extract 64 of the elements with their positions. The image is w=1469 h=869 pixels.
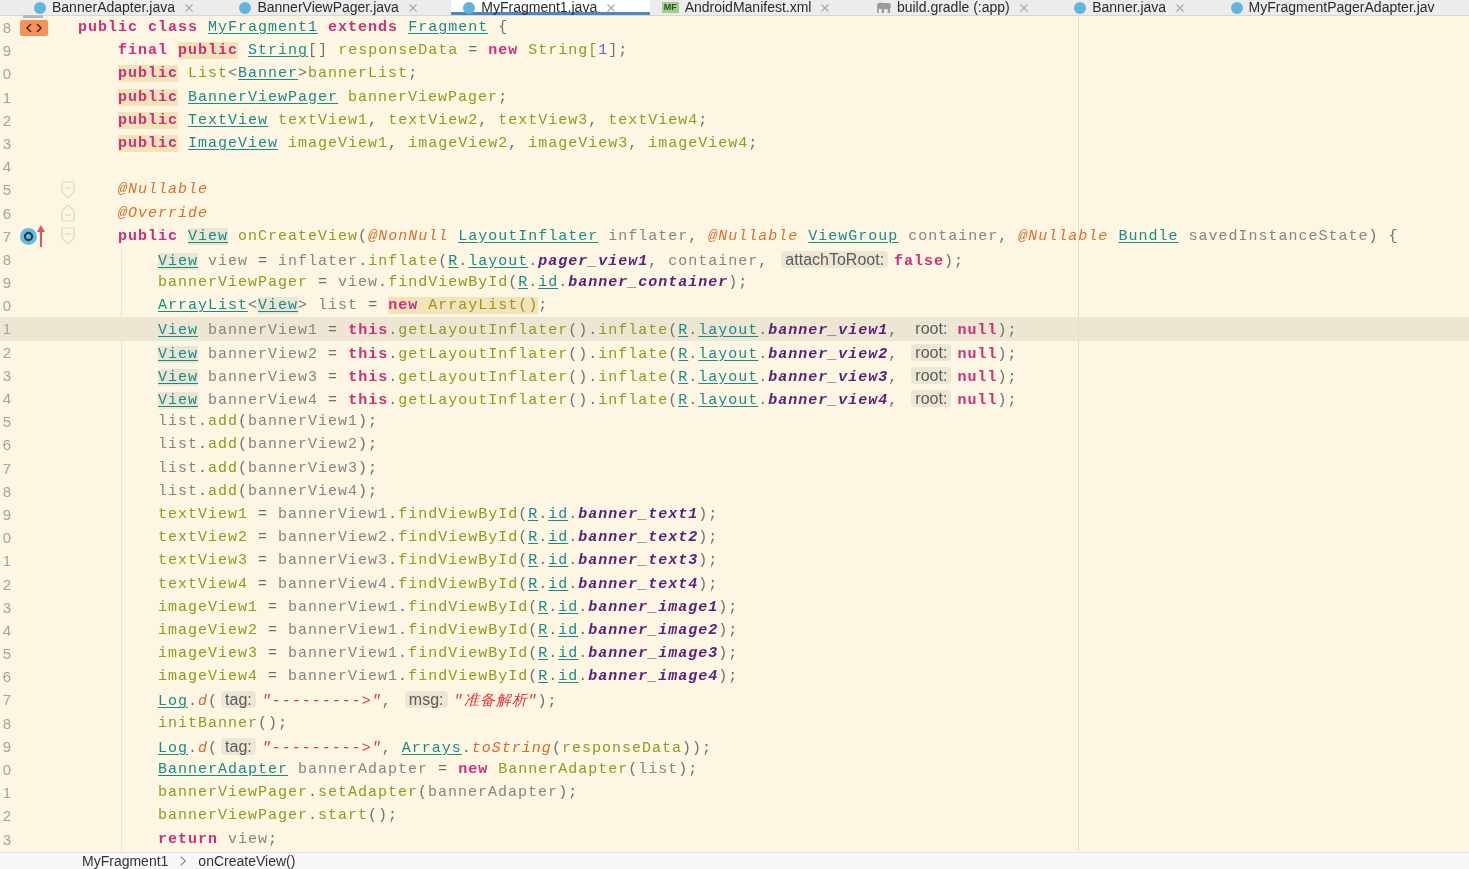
- line-number: 0: [1, 528, 11, 549]
- disc-icon: [34, 1, 46, 14]
- fold-start-icon[interactable]: [61, 227, 75, 246]
- editor-tab[interactable]: BannerViewPager.java: [227, 0, 452, 15]
- line-number: 4: [1, 157, 11, 178]
- line-number: 6: [1, 667, 11, 688]
- disc-icon: [463, 1, 476, 14]
- editor-tab[interactable]: MyFragment1.java: [451, 0, 650, 15]
- line-number: 1: [1, 87, 11, 108]
- close-icon[interactable]: [185, 3, 193, 12]
- close-icon[interactable]: [1019, 3, 1028, 12]
- disc-icon: [239, 1, 252, 14]
- line-number: 8: [1, 249, 11, 270]
- close-icon[interactable]: [607, 3, 616, 12]
- code-tag-icon[interactable]: [20, 15, 48, 37]
- disc-icon: [1230, 1, 1243, 14]
- line-number: 6: [1, 435, 11, 456]
- line-number: 1: [1, 319, 11, 340]
- disc-icon: [1074, 1, 1087, 14]
- breadcrumb-item[interactable]: onCreateView(): [198, 853, 296, 869]
- line-number: 2: [1, 110, 11, 131]
- close-icon[interactable]: [1176, 3, 1185, 12]
- line-number: 4: [1, 620, 11, 641]
- line-number: 1: [1, 551, 11, 572]
- line-number: 7: [1, 690, 11, 711]
- line-number: 7: [1, 226, 11, 247]
- line-number: 9: [1, 273, 11, 294]
- line-number: 8: [1, 481, 11, 502]
- elephant-icon: [875, 2, 891, 13]
- line-number: 9: [1, 736, 11, 757]
- close-icon[interactable]: [408, 3, 417, 12]
- line-number: 6: [1, 203, 11, 224]
- line-number: 2: [1, 574, 11, 595]
- line-number: 8: [1, 18, 11, 38]
- line-number: 8: [1, 713, 11, 734]
- disc-ring-icon[interactable]: [20, 227, 37, 245]
- line-number: 0: [1, 296, 11, 317]
- line-number: 3: [1, 365, 11, 386]
- line-number: 5: [1, 644, 11, 665]
- line-number: 0: [1, 760, 11, 780]
- line-number: 3: [1, 829, 11, 850]
- line-number: 5: [1, 412, 11, 433]
- fold-end-icon[interactable]: [61, 204, 75, 223]
- line-number: 7: [1, 458, 11, 479]
- line-number: 1: [1, 783, 11, 804]
- line-number: 4: [1, 389, 11, 409]
- breadcrumb-item[interactable]: MyFragment1: [82, 853, 169, 869]
- close-icon[interactable]: [821, 3, 830, 12]
- editor-tab[interactable]: MF AndroidManifest.xml: [649, 0, 864, 15]
- line-number: 0: [1, 64, 11, 85]
- editor-tab[interactable]: build.gradle (:app): [863, 0, 1063, 15]
- line-number: 9: [1, 504, 11, 525]
- line-number: 9: [1, 41, 11, 62]
- line-number: 3: [1, 597, 11, 618]
- editor-tab[interactable]: BannerAdapter.java: [22, 0, 228, 15]
- fold-start-icon[interactable]: [61, 180, 75, 199]
- file-badge: MF: [661, 2, 679, 13]
- line-number: 2: [1, 806, 11, 827]
- line-number: 3: [1, 133, 11, 154]
- line-number: 2: [1, 342, 11, 363]
- editor-tab[interactable]: Banner.java: [1062, 0, 1219, 15]
- chevron-icon: [180, 856, 187, 866]
- editor-tab[interactable]: MyFragmentPagerAdapter.jav: [1218, 0, 1469, 15]
- line-number: 5: [1, 180, 11, 201]
